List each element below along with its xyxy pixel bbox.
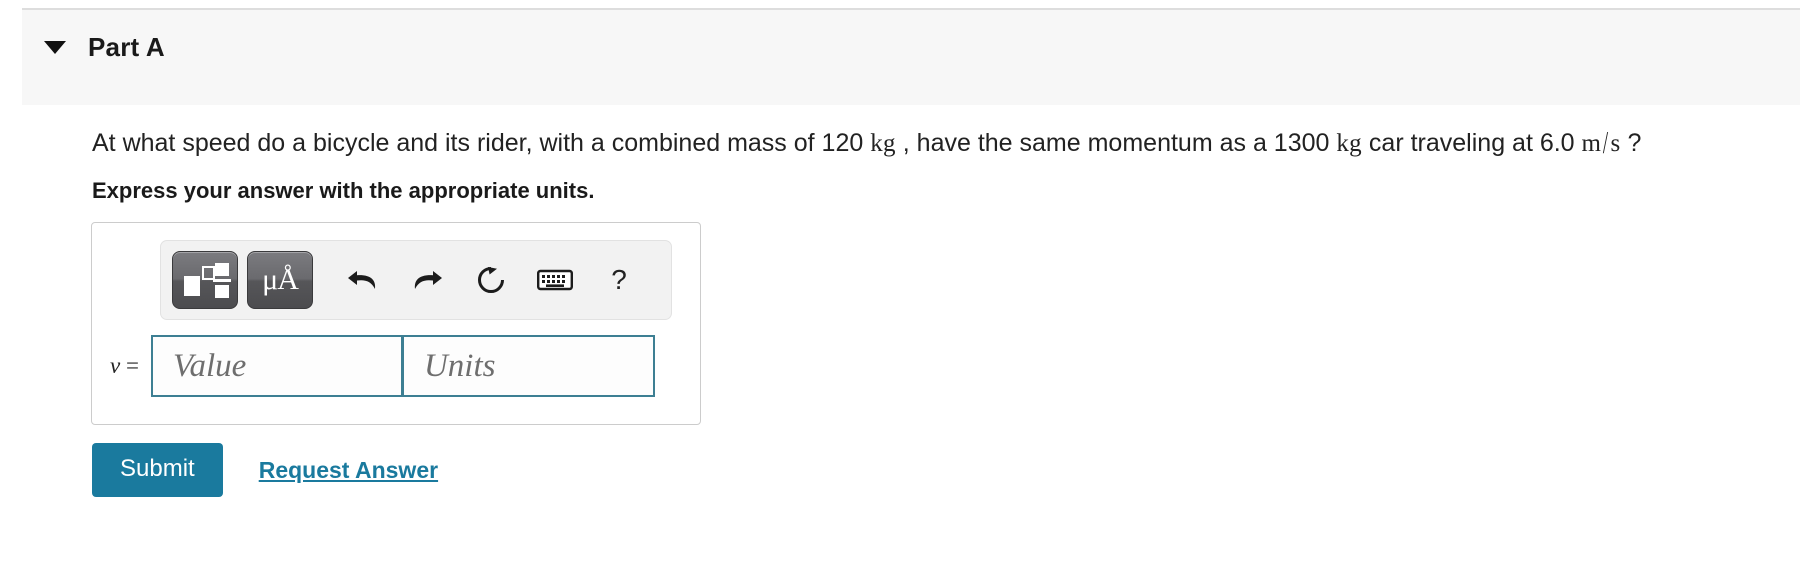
answer-panel: μÅ ? v = Value Units	[91, 222, 701, 425]
question-unit-kg-1: kg	[870, 130, 896, 157]
reset-circular-arrow-icon	[475, 264, 507, 296]
keyboard-button[interactable]	[527, 252, 583, 308]
part-header: Part A	[22, 8, 1800, 105]
question-segment-1: At what speed do a bicycle and its rider…	[92, 129, 864, 157]
request-answer-link[interactable]: Request Answer	[259, 457, 438, 484]
part-a-answer-panel-page: Part A At what speed do a bicycle and it…	[0, 0, 1800, 588]
value-input-placeholder: Value	[172, 347, 247, 384]
answer-input-row: v = Value Units	[110, 335, 655, 397]
variable-name: v	[110, 353, 121, 378]
page-title: Part A	[88, 32, 165, 62]
question-unit-kg-2: kg	[1336, 130, 1362, 157]
question-mark-icon: ?	[611, 264, 627, 295]
redo-button[interactable]	[399, 252, 455, 308]
question-unit-slash: /	[1603, 126, 1609, 161]
keyboard-icon	[537, 268, 573, 292]
question-segment-2: , have the same momentum as a 1300	[902, 129, 1330, 157]
reset-button[interactable]	[463, 252, 519, 308]
redo-arrow-icon	[410, 265, 444, 295]
equals-sign: =	[125, 353, 139, 378]
units-button[interactable]: μÅ	[247, 251, 313, 309]
undo-button[interactable]	[335, 252, 391, 308]
part-header-inner: Part A	[22, 10, 1800, 105]
question-unit-seconds: s	[1610, 130, 1621, 157]
math-template-button[interactable]	[172, 251, 238, 309]
math-template-icon	[184, 263, 231, 298]
micro-angstrom-icon: μÅ	[262, 263, 299, 296]
help-button[interactable]: ?	[591, 252, 647, 308]
variable-label: v =	[110, 353, 139, 379]
answer-toolbar: μÅ ?	[160, 240, 672, 320]
question-unit-meters: m	[1581, 130, 1602, 157]
value-input[interactable]: Value	[150, 335, 403, 397]
submit-button[interactable]: Submit	[92, 443, 223, 497]
action-bar: Submit Request Answer	[92, 443, 438, 497]
units-input-placeholder: Units	[423, 347, 496, 384]
units-input[interactable]: Units	[402, 335, 655, 397]
question-text: At what speed do a bicycle and its rider…	[92, 126, 1641, 161]
question-segment-3: car traveling at 6.0	[1368, 129, 1575, 157]
caret-down-icon[interactable]	[44, 41, 66, 54]
undo-arrow-icon	[346, 265, 380, 295]
instruction-text: Express your answer with the appropriate…	[92, 178, 595, 203]
question-segment-4: ?	[1627, 129, 1642, 157]
